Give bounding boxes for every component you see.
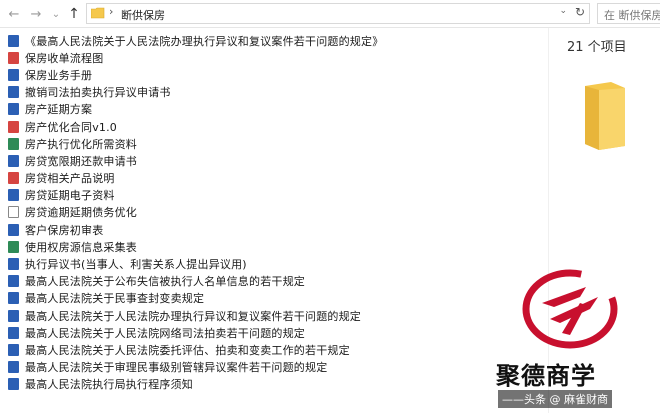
folder-preview-icon [585, 82, 625, 150]
file-name: 最高人民法院关于民事查封变卖规定 [25, 292, 205, 306]
word-file-icon [8, 258, 19, 271]
file-row[interactable]: 房贷相关产品说明 [8, 170, 528, 187]
word-file-icon [8, 378, 19, 391]
word-file-icon [8, 68, 19, 81]
file-row[interactable]: 撤销司法拍卖执行异议申请书 [8, 84, 528, 101]
file-row[interactable]: 房产延期方案 [8, 101, 528, 118]
excel-file-icon [8, 137, 19, 150]
word-file-icon [8, 34, 19, 47]
file-name: 保房收单流程图 [25, 51, 104, 65]
file-name: 使用权房源信息采集表 [25, 240, 137, 254]
word-file-icon [8, 292, 19, 305]
breadcrumb-current-folder[interactable]: 断供保房 [121, 7, 165, 23]
file-row[interactable]: 房贷逾期延期债务优化 [8, 204, 528, 221]
word-file-icon [8, 189, 19, 202]
file-name: 最高人民法院关于人民法院委托评估、拍卖和变卖工作的若干规定 [25, 343, 350, 357]
file-row[interactable]: 保房收单流程图 [8, 49, 528, 66]
file-row[interactable]: 房产优化合同v1.0 [8, 118, 528, 135]
file-name: 最高人民法院关于审理民事级别管辖异议案件若干问题的规定 [25, 361, 328, 375]
file-name: 最高人民法院关于公布失信被执行人名单信息的若干规定 [25, 275, 305, 289]
folder-icon [91, 7, 105, 19]
file-name: 执行异议书(当事人、利害关系人提出异议用) [25, 258, 247, 272]
file-name: 最高人民法院关于人民法院网络司法拍卖若干问题的规定 [25, 326, 305, 340]
word-file-icon [8, 309, 19, 322]
up-folder-icon[interactable]: ↑ [66, 6, 82, 22]
file-name: 房贷相关产品说明 [25, 172, 115, 186]
file-name: 房产执行优化所需资料 [25, 137, 137, 151]
address-bar-row: ← → ⌄ ↑ › 断供保房 ⌄ ↻ 在 断供保房 [0, 0, 660, 28]
file-row[interactable]: 保房业务手册 [8, 66, 528, 83]
word-file-icon [8, 343, 19, 356]
brand-logo-icon [522, 269, 618, 349]
word-file-icon [8, 103, 19, 116]
file-row[interactable]: 《最高人民法院关于人民法院办理执行异议和复议案件若干问题的规定》 [8, 32, 528, 49]
file-row[interactable]: 最高人民法院关于审理民事级别管辖异议案件若干问题的规定 [8, 359, 528, 376]
file-row[interactable]: 房贷延期电子资料 [8, 187, 528, 204]
file-row[interactable]: 房产执行优化所需资料 [8, 135, 528, 152]
search-placeholder: 在 断供保房 [604, 9, 660, 22]
file-name: 房贷逾期延期债务优化 [25, 206, 137, 220]
pdf-file-icon [8, 120, 19, 133]
file-name: 《最高人民法院关于人民法院办理执行异议和复议案件若干问题的规定》 [25, 34, 384, 48]
watermark-title: 聚德商学 [496, 362, 596, 390]
refresh-icon[interactable]: ↻ [575, 5, 585, 19]
file-row[interactable]: 执行异议书(当事人、利害关系人提出异议用) [8, 255, 528, 272]
pdf-file-icon [8, 172, 19, 185]
file-name: 保房业务手册 [25, 68, 93, 82]
file-row[interactable]: 房贷宽限期还款申请书 [8, 152, 528, 169]
file-name: 客户保房初审表 [25, 223, 104, 237]
address-dropdown-icon[interactable]: ⌄ [559, 6, 567, 16]
word-file-icon [8, 154, 19, 167]
forward-icon[interactable]: → [28, 6, 44, 22]
file-list: 《最高人民法院关于人民法院办理执行异议和复议案件若干问题的规定》 保房收单流程图… [8, 32, 528, 393]
file-name: 房产优化合同v1.0 [25, 120, 118, 134]
watermark-subtitle: ——头条 @ 麻雀财商 [498, 390, 612, 408]
file-row[interactable]: 使用权房源信息采集表 [8, 238, 528, 255]
address-input[interactable]: › 断供保房 ⌄ ↻ [86, 3, 590, 24]
pdf-file-icon [8, 51, 19, 64]
video-file-icon [8, 206, 19, 219]
file-name: 最高人民法院关于人民法院办理执行异议和复议案件若干问题的规定 [25, 309, 361, 323]
word-file-icon [8, 86, 19, 99]
search-input[interactable]: 在 断供保房 [597, 3, 660, 24]
file-row[interactable]: 最高人民法院关于人民法院委托评估、拍卖和变卖工作的若干规定 [8, 341, 528, 358]
breadcrumb-separator: › [109, 5, 114, 18]
file-row[interactable]: 最高人民法院关于人民法院办理执行异议和复议案件若干问题的规定 [8, 307, 528, 324]
word-file-icon [8, 275, 19, 288]
file-name: 最高人民法院执行局执行程序须知 [25, 378, 193, 392]
file-row[interactable]: 最高人民法院关于民事查封变卖规定 [8, 290, 528, 307]
recent-locations-dropdown-icon[interactable]: ⌄ [48, 6, 64, 22]
file-name: 撤销司法拍卖执行异议申请书 [25, 86, 171, 100]
excel-file-icon [8, 240, 19, 253]
item-count: 21 个项目 [567, 40, 627, 55]
word-file-icon [8, 361, 19, 374]
file-row[interactable]: 最高人民法院执行局执行程序须知 [8, 376, 528, 393]
file-row[interactable]: 客户保房初审表 [8, 221, 528, 238]
file-name: 房贷延期电子资料 [25, 189, 115, 203]
word-file-icon [8, 326, 19, 339]
file-row[interactable]: 最高人民法院关于人民法院网络司法拍卖若干问题的规定 [8, 324, 528, 341]
word-file-icon [8, 223, 19, 236]
file-name: 房产延期方案 [25, 103, 93, 117]
back-icon[interactable]: ← [6, 6, 22, 22]
file-row[interactable]: 最高人民法院关于公布失信被执行人名单信息的若干规定 [8, 273, 528, 290]
file-name: 房贷宽限期还款申请书 [25, 154, 137, 168]
